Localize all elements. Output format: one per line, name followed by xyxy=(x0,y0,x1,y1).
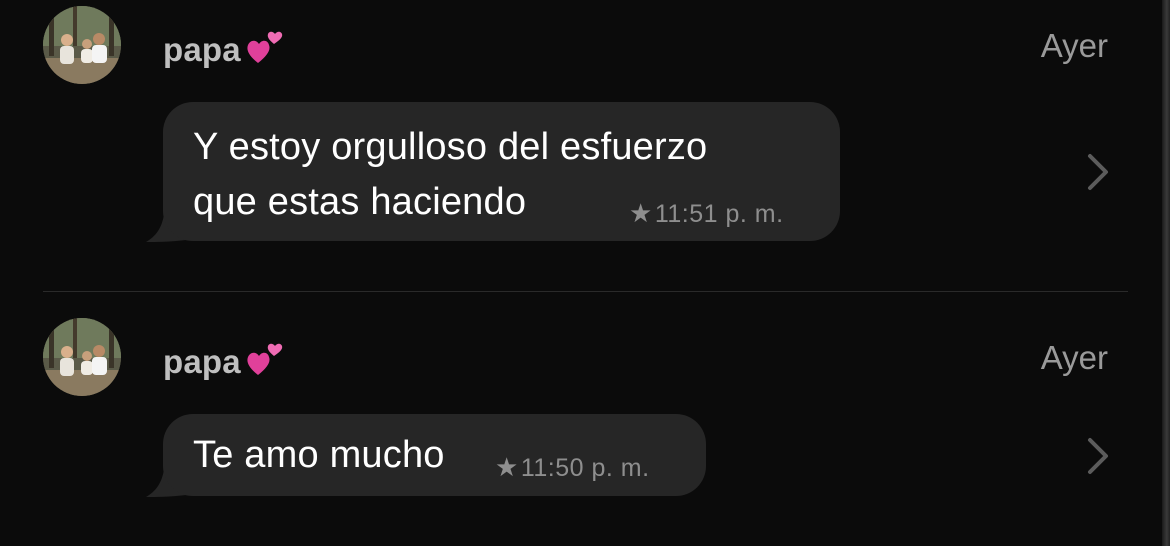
message-bubble[interactable]: Te amo mucho ★11:50 p. m. xyxy=(163,414,706,496)
chevron-right-icon[interactable] xyxy=(1082,436,1112,476)
message-time: 11:50 xyxy=(520,454,585,482)
message-bubble[interactable]: Y estoy orgulloso del esfuerzo que estas… xyxy=(163,102,840,241)
message-date: Ayer xyxy=(1040,339,1108,376)
sender-name-text: papa xyxy=(163,343,241,380)
message-text-line-1: Y estoy orgulloso del esfuerzo xyxy=(193,126,708,168)
sender-name: papa xyxy=(163,27,285,75)
message-ampm: p. m. xyxy=(725,200,784,228)
two-hearts-icon xyxy=(245,339,285,387)
star-icon: ★ xyxy=(629,198,653,228)
message-divider xyxy=(43,291,1128,292)
star-icon: ★ xyxy=(495,452,519,482)
sender-name: papa xyxy=(163,339,285,387)
message-timestamp: ★11:50 p. m. xyxy=(495,452,650,483)
sender-name-text: papa xyxy=(163,31,241,68)
avatar-photo-icon xyxy=(43,318,121,396)
two-hearts-icon xyxy=(245,27,285,75)
avatar[interactable] xyxy=(43,6,121,84)
message-time: 11:51 xyxy=(654,200,719,228)
avatar-photo-icon xyxy=(43,6,121,84)
message-ampm: p. m. xyxy=(591,454,650,482)
screen-edge xyxy=(1162,0,1170,546)
message-date: Ayer xyxy=(1040,27,1108,64)
starred-messages-screen: papa Ayer Y estoy orgulloso del esfuerzo… xyxy=(0,0,1170,546)
starred-message-1[interactable]: papa Ayer Y estoy orgulloso del esfuerzo… xyxy=(0,0,1170,290)
chevron-right-icon[interactable] xyxy=(1082,152,1112,192)
message-timestamp: ★11:51 p. m. xyxy=(629,198,784,229)
starred-message-2[interactable]: papa Ayer Te amo mucho ★11:50 p. m. xyxy=(0,312,1170,546)
avatar[interactable] xyxy=(43,318,121,396)
